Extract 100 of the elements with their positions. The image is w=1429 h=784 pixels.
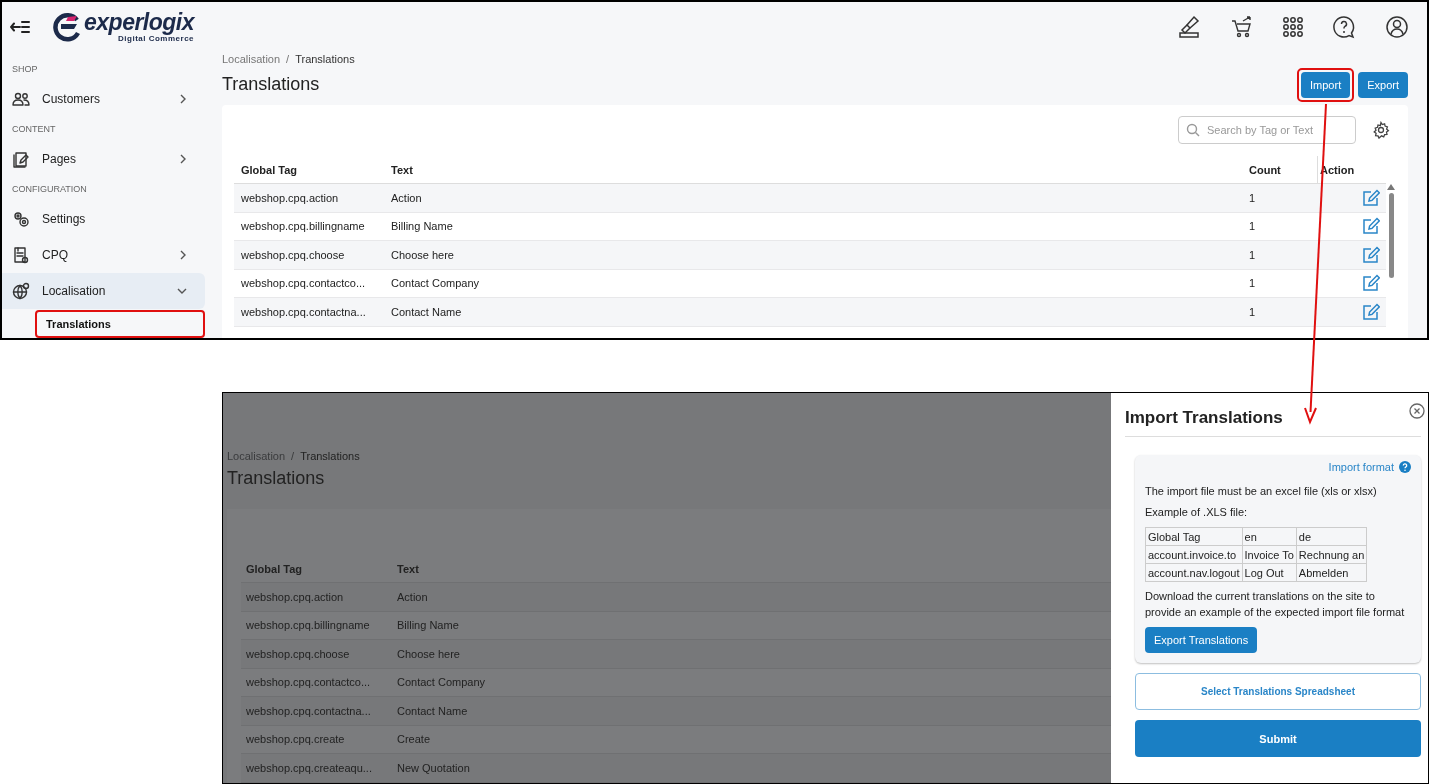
table-cell-text: New Quotation <box>396 761 471 774</box>
table-cell-text: webshop.cpq.billingname <box>240 220 366 233</box>
breadcrumb-item: Translations <box>295 52 355 66</box>
user-icon[interactable] <box>1385 15 1409 39</box>
table-cell-text: webshop.cpq.contactna... <box>240 305 367 318</box>
sidebar-item[interactable]: Pages <box>2 141 205 177</box>
example-cell: Invoice To <box>1242 545 1297 564</box>
table-cell-text: 1 <box>1248 220 1257 233</box>
example-cell: Rechnung an <box>1296 545 1367 564</box>
search-icon <box>1186 123 1200 137</box>
table-cell-text: 1 <box>1248 305 1257 318</box>
table-cell-text: 1 <box>1248 248 1257 261</box>
help-circle-icon <box>1399 461 1411 473</box>
apps-grid-icon[interactable] <box>1283 17 1303 37</box>
table-cell-text: Choose here <box>396 647 461 660</box>
breadcrumb-separator: / <box>286 52 290 66</box>
page-title: Translations <box>227 467 326 489</box>
table-cell-text: Contact Company <box>396 676 487 689</box>
document-icon <box>12 246 30 264</box>
table-cell-text: Create <box>396 733 432 746</box>
logo-tagline: Digital Commerce <box>118 35 195 43</box>
table-cell-text: Billing Name <box>396 619 460 632</box>
section-heading: SHOP <box>11 63 39 76</box>
table-cell-text: Action <box>390 191 423 204</box>
example-cell: en <box>1242 527 1297 546</box>
chevron-down-icon[interactable] <box>177 287 187 295</box>
export-translations-button[interactable]: Export Translations <box>1145 627 1258 653</box>
help-icon[interactable] <box>1332 15 1356 39</box>
example-cell: Log Out <box>1242 563 1297 582</box>
brush-icon[interactable] <box>1177 15 1201 39</box>
scroll-up-icon[interactable] <box>1387 184 1395 190</box>
example-cell: de <box>1296 527 1367 546</box>
chevron-right-icon[interactable] <box>179 154 187 164</box>
edit-icon[interactable] <box>1362 217 1380 236</box>
breadcrumb-item[interactable]: Localisation <box>227 449 286 463</box>
sidebar-item[interactable]: Customers <box>2 81 205 117</box>
section-heading: CONTENT <box>11 123 57 136</box>
chevron-right-icon[interactable] <box>179 250 187 260</box>
info-text: The import file must be an excel file (xls or xlsx) <box>1145 485 1378 498</box>
table-cell-text: webshop.cpq.create <box>245 733 346 746</box>
column-header: Text <box>391 163 413 176</box>
info-text: Download the current translations on the site to provide an example of the expected import file format <box>1145 589 1406 620</box>
table-cell-text: webshop.cpq.choose <box>245 647 351 660</box>
table-cell-text: Contact Name <box>390 305 463 318</box>
table-cell-text: Choose here <box>390 248 455 261</box>
cart-icon[interactable] <box>1230 15 1254 39</box>
table-cell-text: webshop.cpq.contactco... <box>245 676 372 689</box>
example-cell: account.nav.logout <box>1145 563 1243 582</box>
globe-icon <box>12 282 30 300</box>
table-cell-text: webshop.cpq.action <box>240 191 340 204</box>
import-button[interactable]: Import <box>1301 71 1351 98</box>
example-label: Example of .XLS file: <box>1145 506 1249 519</box>
logo-icon <box>52 12 82 42</box>
close-icon[interactable] <box>1409 403 1425 419</box>
table-cell-text: webshop.cpq.contactna... <box>245 704 372 717</box>
chevron-right-icon[interactable] <box>179 94 187 104</box>
brand-name: experlogix <box>84 11 195 34</box>
breadcrumb-item[interactable]: Localisation <box>222 52 281 66</box>
edit-icon[interactable] <box>1362 302 1380 321</box>
table-cell-text: Contact Company <box>390 277 481 290</box>
table-cell-text: 1 <box>1248 277 1257 290</box>
collapse-menu-icon[interactable] <box>10 20 30 34</box>
column-header: Text <box>397 562 419 575</box>
select-file-button[interactable]: Select Translations Spreadsheet <box>1135 673 1421 710</box>
people-icon <box>12 91 30 107</box>
document-edit-icon <box>12 150 30 168</box>
edit-icon[interactable] <box>1362 188 1380 207</box>
table-cell-text: webshop.cpq.contactco... <box>240 277 367 290</box>
submit-button[interactable]: Submit <box>1135 720 1421 757</box>
table-cell-text: 1 <box>1248 191 1257 204</box>
table-cell-text: webshop.cpq.action <box>245 590 345 603</box>
sidebar-item[interactable]: CPQ <box>2 237 205 273</box>
breadcrumb-separator: / <box>291 449 295 463</box>
sidebar-item[interactable]: Settings <box>2 201 205 237</box>
table-cell-text: webshop.cpq.billingname <box>245 619 371 632</box>
edit-icon[interactable] <box>1362 274 1380 293</box>
edit-icon[interactable] <box>1362 245 1380 264</box>
example-cell: account.invoice.to <box>1145 545 1243 564</box>
table-cell-text: Action <box>396 590 429 603</box>
column-header: Global Tag <box>241 163 298 176</box>
export-button[interactable]: Export <box>1358 71 1408 98</box>
scrollbar[interactable] <box>1387 184 1395 278</box>
page-title: Translations <box>222 74 321 95</box>
table-cell-text: Billing Name <box>390 220 454 233</box>
column-header: Global Tag <box>246 562 303 575</box>
example-cell: Abmelden <box>1296 563 1367 582</box>
section-heading: CONFIGURATION <box>11 183 88 196</box>
column-header: Count <box>1249 163 1281 176</box>
drawer-title: Import Translations <box>1125 408 1283 427</box>
settings-icon[interactable] <box>1372 121 1390 139</box>
import-format-link[interactable]: Import format <box>1328 461 1394 473</box>
table-cell-text: webshop.cpq.createaqu... <box>245 761 373 774</box>
example-cell: Global Tag <box>1145 527 1243 546</box>
sidebar-subitem[interactable]: Translations <box>35 310 205 338</box>
search-field[interactable]: Search by Tag or Text <box>1178 116 1356 144</box>
table-cell-text: webshop.cpq.choose <box>240 248 346 261</box>
sidebar-item[interactable]: Localisation <box>2 273 205 309</box>
breadcrumb-item: Translations <box>300 449 360 463</box>
gears-icon <box>12 210 30 228</box>
table-cell-text: Contact Name <box>396 704 469 717</box>
